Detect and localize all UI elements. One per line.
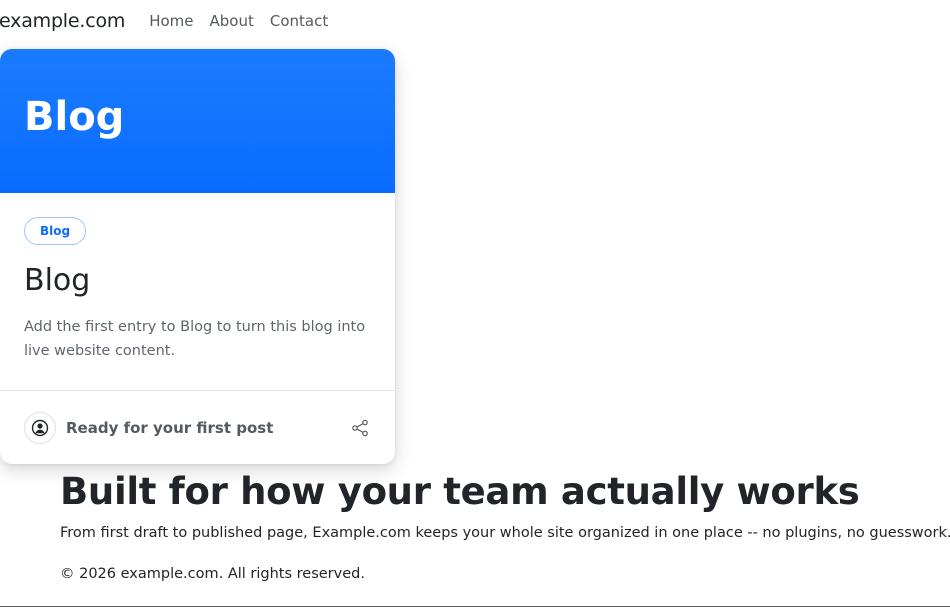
nav-links: Home About Contact [149,12,344,30]
card-footer: Ready for your first post [0,390,395,464]
top-nav: example.com Home About Contact [0,0,344,42]
bottom-divider [0,606,950,607]
category-tag[interactable]: Blog [24,217,87,245]
card-description: Add the first entry to Blog to turn this… [24,319,366,359]
share-icon[interactable] [349,417,371,439]
page: example.com Home About Contact Blog Blog… [0,0,950,610]
blog-card[interactable]: Blog Blog Blog Add the first entry to Bl… [0,49,395,464]
nav-link-contact[interactable]: Contact [270,12,328,30]
card-title: Blog [24,263,91,298]
card-hero-title: Blog [24,94,125,140]
copyright-text: © 2026 example.com. All rights reserved. [60,566,365,582]
card-hero: Blog [0,49,395,193]
brand-link[interactable]: example.com [0,10,125,32]
nav-link-about[interactable]: About [210,12,254,30]
card-body: Blog Blog Add the first entry to Blog to… [0,193,395,363]
section-headline: Built for how your team actually works [60,470,860,513]
user-circle-icon [24,411,56,444]
nav-link-home[interactable]: Home [149,12,193,30]
card-footer-label: Ready for your first post [66,418,274,437]
section-subline: From first draft to published page, Exam… [60,525,950,541]
